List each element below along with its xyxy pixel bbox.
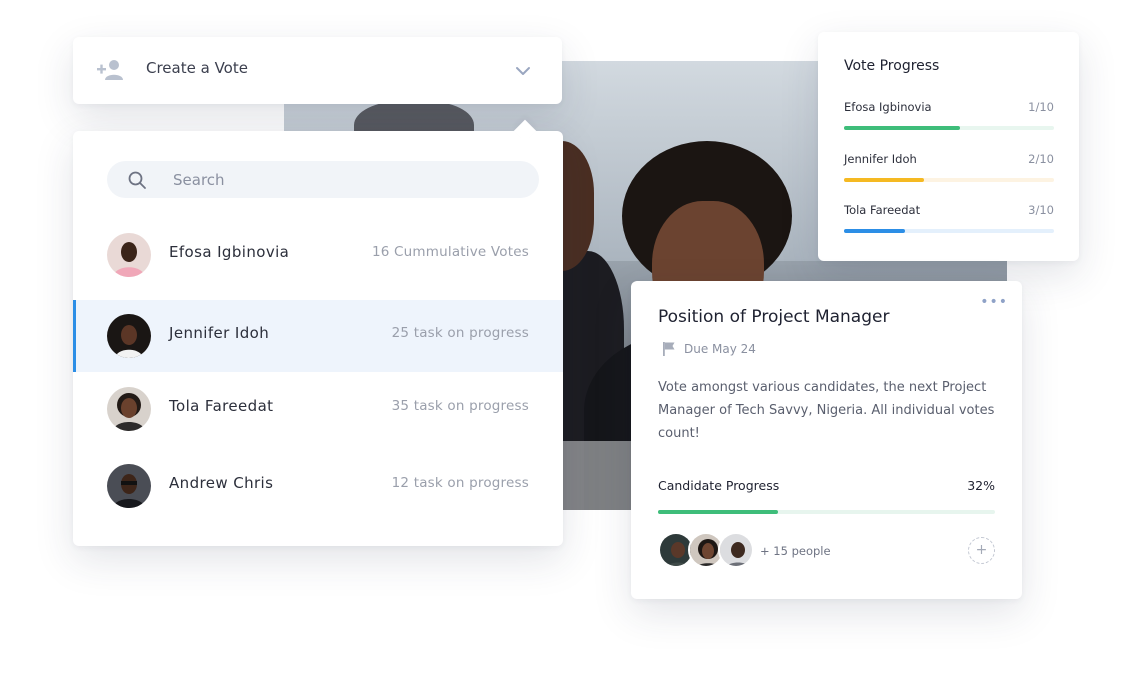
vote-progress-item: Tola Fareedat 3/10 (844, 203, 1054, 243)
candidate-progress-fill (658, 510, 778, 514)
candidate-meta: 12 task on progress (391, 475, 529, 491)
list-item[interactable]: Andrew Chris 12 task on progress (73, 450, 563, 522)
avatar (107, 464, 151, 508)
plus-icon[interactable]: + (968, 537, 995, 564)
candidate-list-panel: Efosa Igbinovia 16 Cummulative Votes Jen… (73, 119, 563, 546)
vote-progress-fill (844, 229, 905, 233)
vote-progress-count: 2/10 (1028, 152, 1054, 166)
vote-progress-name: Jennifer Idoh (844, 152, 917, 166)
search-icon (128, 171, 146, 189)
vote-progress-fill (844, 126, 960, 130)
candidate-name: Efosa Igbinovia (169, 243, 290, 261)
avatar (718, 532, 754, 568)
flag-icon (663, 342, 675, 356)
avatar (107, 387, 151, 431)
vote-progress-name: Tola Fareedat (844, 203, 921, 217)
more-dots-icon[interactable]: ••• (980, 295, 1008, 309)
vote-progress-track (844, 229, 1054, 233)
vote-progress-track (844, 126, 1054, 130)
candidate-progress-bar (658, 510, 995, 514)
position-title: Position of Project Manager (658, 307, 890, 327)
position-card: ••• Position of Project Manager Due May … (631, 281, 1022, 599)
candidate-name: Tola Fareedat (169, 397, 274, 415)
vote-progress-title: Vote Progress (844, 58, 940, 74)
candidate-name: Jennifer Idoh (169, 324, 270, 342)
people-more-count: + 15 people (760, 544, 831, 558)
people-group: + 15 people (658, 532, 858, 568)
due-date: Due May 24 (684, 342, 756, 356)
add-user-icon (97, 60, 123, 80)
avatar (107, 233, 151, 277)
vote-progress-card: Vote Progress Efosa Igbinovia 1/10 Jenni… (818, 32, 1079, 261)
list-item[interactable]: Tola Fareedat 35 task on progress (73, 373, 563, 445)
candidate-meta: 16 Cummulative Votes (371, 244, 529, 260)
create-vote-label: Create a Vote (146, 59, 248, 77)
vote-progress-item: Jennifer Idoh 2/10 (844, 152, 1054, 192)
create-vote-dropdown[interactable]: Create a Vote (73, 37, 562, 104)
avatar (107, 314, 151, 358)
search-bar[interactable] (107, 161, 539, 198)
vote-progress-name: Efosa Igbinovia (844, 100, 932, 114)
vote-progress-fill (844, 178, 924, 182)
chevron-down-icon[interactable] (513, 61, 533, 81)
vote-progress-item: Efosa Igbinovia 1/10 (844, 100, 1054, 140)
search-input[interactable] (173, 161, 513, 198)
candidate-progress-value: 32% (967, 478, 995, 493)
vote-progress-count: 1/10 (1028, 100, 1054, 114)
position-description: Vote amongst various candidates, the nex… (658, 380, 995, 441)
vote-progress-count: 3/10 (1028, 203, 1054, 217)
candidate-progress-label: Candidate Progress (658, 478, 780, 493)
candidate-name: Andrew Chris (169, 474, 274, 492)
candidate-meta: 25 task on progress (391, 325, 529, 341)
list-item[interactable]: Efosa Igbinovia 16 Cummulative Votes (73, 219, 563, 291)
candidate-meta: 35 task on progress (391, 398, 529, 414)
list-item-selected[interactable]: Jennifer Idoh 25 task on progress (73, 300, 563, 372)
vote-progress-track (844, 178, 1054, 182)
